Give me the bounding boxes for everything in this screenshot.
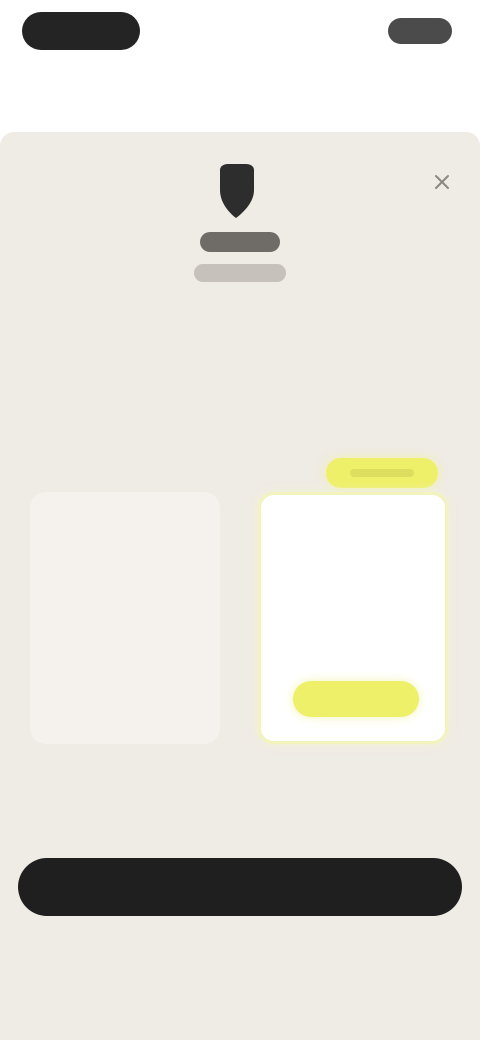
logo-icon (210, 162, 262, 222)
logo-tagline (194, 264, 286, 282)
profile-pill[interactable] (388, 18, 452, 44)
plan-badge (326, 458, 438, 488)
logo-wordmark (200, 232, 280, 252)
paywall-sheet (0, 132, 480, 1040)
logo (0, 152, 480, 302)
plan-card-featured[interactable] (258, 492, 448, 744)
top-bar (0, 0, 480, 70)
plan-card-basic[interactable] (30, 492, 220, 744)
continue-button[interactable] (18, 858, 462, 916)
brand-pill[interactable] (22, 12, 140, 50)
plan-select-button[interactable] (293, 681, 419, 717)
